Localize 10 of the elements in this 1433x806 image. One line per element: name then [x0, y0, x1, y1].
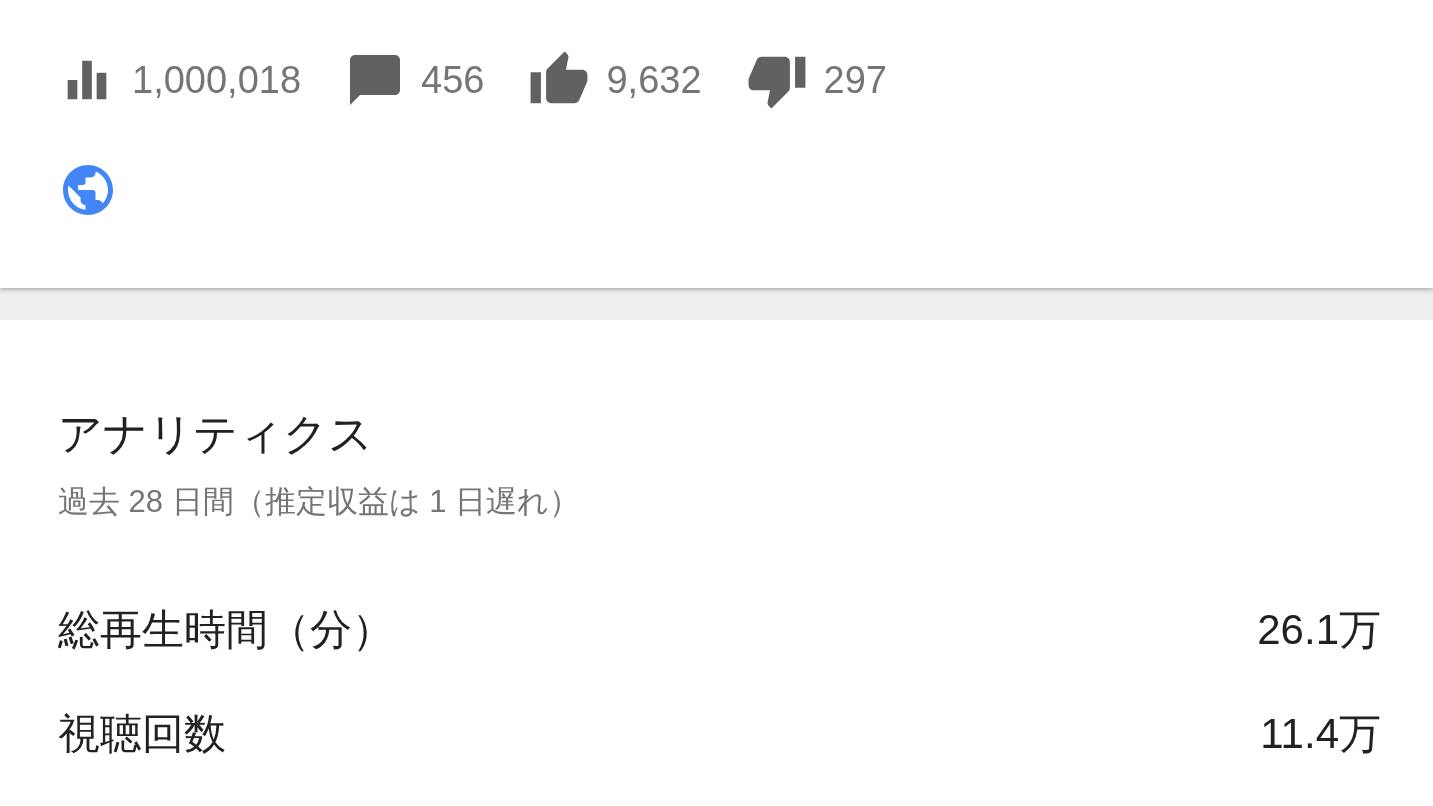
- metric-value: 11.4万: [1260, 709, 1381, 760]
- stat-count: 456: [421, 58, 485, 102]
- metric-label: 視聴回数: [58, 709, 226, 760]
- stat-count: 297: [823, 58, 887, 102]
- section-title: アナリティクス: [58, 408, 374, 460]
- metric-value: 26.1万: [1257, 604, 1381, 655]
- stat-count: 9,632: [606, 58, 702, 102]
- section-subtitle: 過去 28 日間（推定収益は 1 日遅れ）: [58, 482, 582, 521]
- stat-count: 1,000,018: [132, 58, 302, 102]
- metric-label: 総再生時間（分）: [58, 604, 394, 655]
